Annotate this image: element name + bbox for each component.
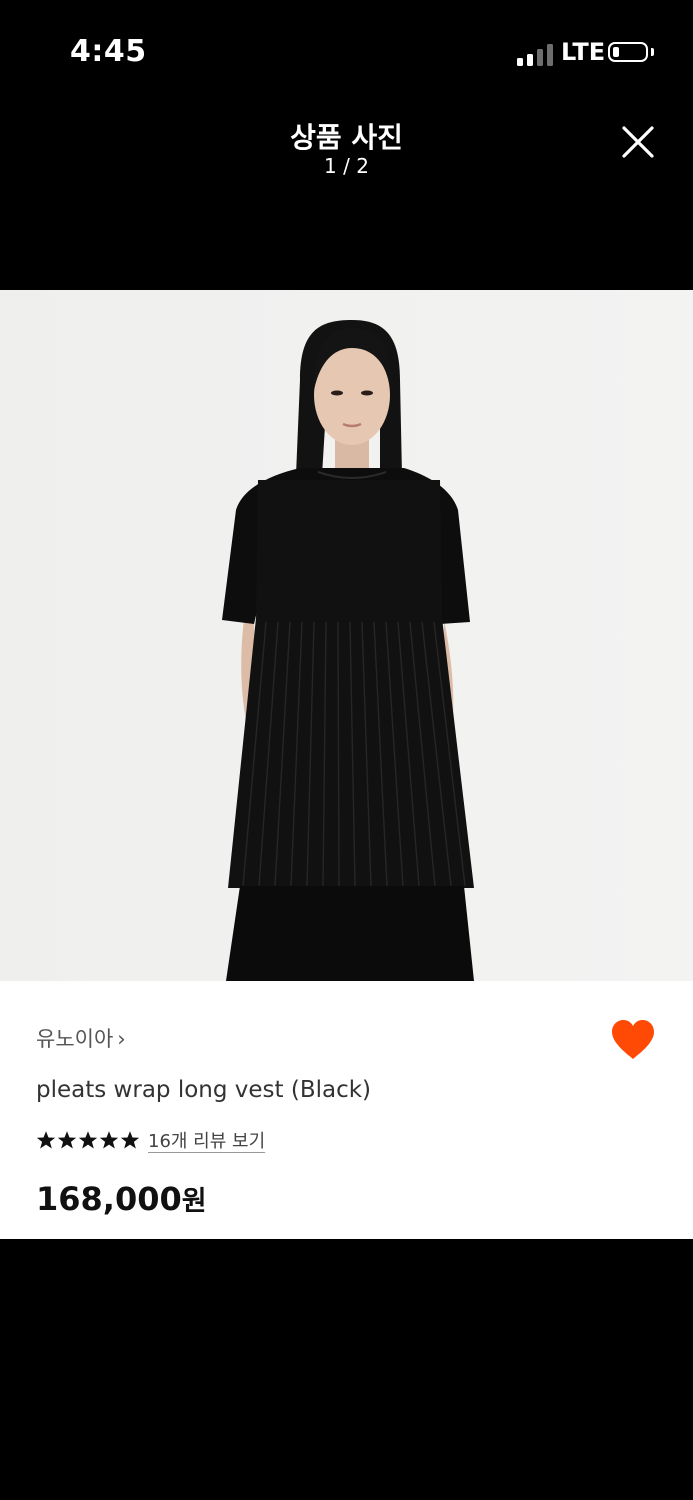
star-icon (99, 1131, 119, 1149)
reviews-link[interactable]: 16개 리뷰 보기 (148, 1127, 265, 1153)
heart-icon (612, 1020, 654, 1059)
close-icon (622, 126, 654, 158)
product-price: 168,000원 (36, 1179, 207, 1218)
product-photo[interactable] (0, 290, 693, 981)
product-name: pleats wrap long vest (Black) (36, 1077, 372, 1103)
photo-counter: 1 / 2 (324, 154, 369, 178)
model-illustration (0, 290, 693, 981)
status-bar: 4:45 LTE (0, 0, 693, 110)
chevron-right-icon: › (117, 1027, 126, 1051)
star-icon (36, 1131, 56, 1149)
product-info-card: 유노이아 › pleats wrap long vest (Black) 16개 … (0, 981, 693, 1239)
signal-strength-icon (517, 44, 555, 66)
viewer-title: 상품 사진 (290, 121, 403, 154)
battery-icon (608, 42, 648, 62)
status-time: 4:45 (70, 34, 147, 69)
close-button[interactable] (618, 122, 658, 162)
star-icon (120, 1131, 140, 1149)
star-icon (57, 1131, 77, 1149)
star-icon (78, 1131, 98, 1149)
network-label: LTE (561, 38, 606, 66)
like-button[interactable] (610, 1019, 656, 1061)
price-amount: 168,000 (36, 1180, 182, 1218)
price-currency: 원 (181, 1186, 207, 1217)
star-rating (36, 1130, 140, 1150)
battery-tip (651, 48, 654, 56)
brand-name: 유노이아 (36, 1027, 114, 1051)
photo-viewer-header: 상품 사진 1 / 2 (0, 110, 693, 190)
rating-row: 16개 리뷰 보기 (36, 1127, 265, 1153)
brand-link[interactable]: 유노이아 › (36, 1023, 126, 1053)
